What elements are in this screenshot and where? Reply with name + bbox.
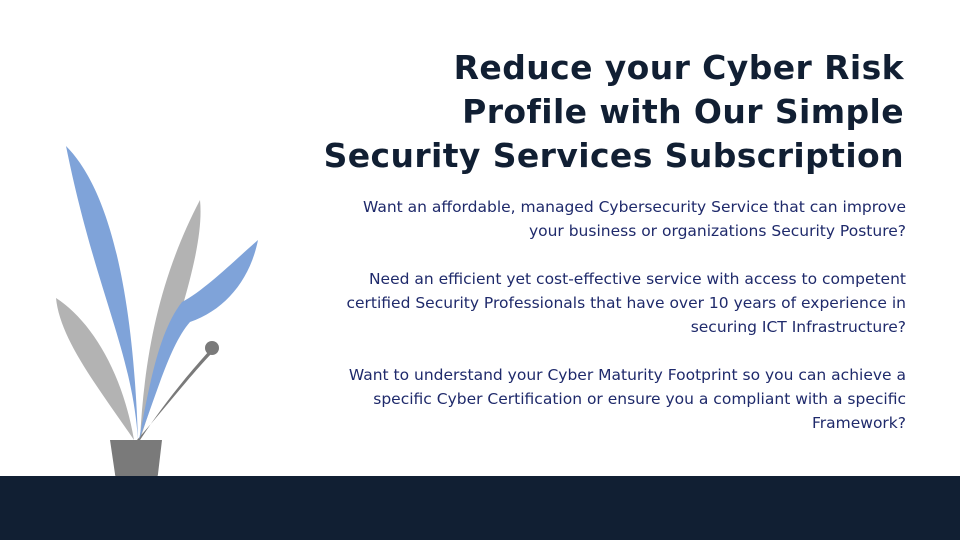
paragraph-line: Want to understand your Cyber Maturity F… xyxy=(348,366,906,384)
blue-leaf-tall xyxy=(66,146,138,440)
paragraph-certified-professionals: Need an efficient yet cost-effective ser… xyxy=(266,267,906,339)
headline-line-2: Profile with Our Simple xyxy=(462,92,904,131)
paragraph-line: certified Security Professionals that ha… xyxy=(346,294,906,312)
blue-leaves xyxy=(66,146,258,440)
paragraph-line: Need an efficient yet cost-effective ser… xyxy=(368,270,906,288)
footer-bar xyxy=(0,476,960,540)
paragraph-affordable-service: Want an affordable, managed Cybersecurit… xyxy=(266,195,906,243)
plant-pot xyxy=(110,440,162,477)
headline-line-1: Reduce your Cyber Risk xyxy=(453,48,904,87)
paragraph-cyber-maturity: Want to understand your Cyber Maturity F… xyxy=(266,363,906,435)
headline: Reduce your Cyber Risk Profile with Our … xyxy=(264,46,904,178)
slide: Reduce your Cyber Risk Profile with Our … xyxy=(0,0,960,540)
headline-line-3: Security Services Subscription xyxy=(323,136,904,175)
paragraph-line: specific Cyber Certification or ensure y… xyxy=(373,390,906,408)
paragraph-line: Want an affordable, managed Cybersecurit… xyxy=(362,198,906,216)
potted-plant-illustration xyxy=(56,146,258,477)
paragraph-line: securing ICT Infrastructure? xyxy=(690,318,906,336)
body-text: Want an affordable, managed Cybersecurit… xyxy=(266,195,906,459)
stem-bud xyxy=(205,341,219,355)
paragraph-line: Framework? xyxy=(811,414,906,432)
paragraph-line: your business or organizations Security … xyxy=(528,222,906,240)
